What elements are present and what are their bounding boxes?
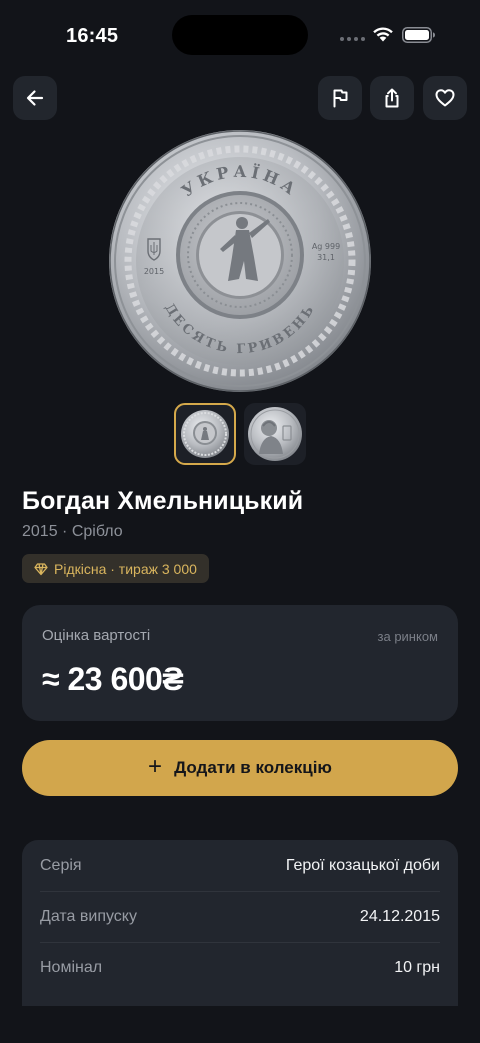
detail-label: Номінал bbox=[40, 959, 103, 976]
valuation-card: Оцінка вартості за ринком ≈ 23 600₴ bbox=[22, 605, 458, 721]
heart-icon bbox=[435, 89, 455, 107]
rarity-badge-label: Рідкісна · тираж 3 000 bbox=[54, 560, 197, 577]
detail-value: 24.12.2015 bbox=[359, 908, 440, 925]
detail-row-series: Серія Герої козацької доби bbox=[40, 840, 440, 891]
detail-label: Серія bbox=[40, 856, 82, 874]
valuation-note: за ринком bbox=[377, 629, 438, 644]
diamond-icon bbox=[34, 562, 48, 575]
share-icon bbox=[385, 88, 399, 108]
image-thumbnails bbox=[174, 403, 306, 465]
flag-icon bbox=[333, 89, 348, 108]
favorite-button[interactable] bbox=[423, 76, 467, 120]
detail-row-denomination: Номінал 10 грн bbox=[40, 942, 440, 993]
details-card: Серія Герої козацької доби Дата випуску … bbox=[22, 840, 458, 1006]
dynamic-island bbox=[172, 15, 308, 55]
thumbnail-obverse[interactable] bbox=[244, 403, 306, 465]
arrow-left-icon bbox=[26, 90, 44, 106]
detail-value: 10 грн bbox=[394, 959, 440, 976]
add-to-collection-label: Додати в колекцію bbox=[174, 758, 332, 777]
coin-reverse-thumbnail bbox=[181, 410, 229, 458]
back-button[interactable] bbox=[13, 76, 57, 120]
share-button[interactable] bbox=[370, 76, 414, 120]
battery-icon bbox=[402, 27, 435, 43]
coin-image[interactable]: УКРАЇНА ДЕСЯТЬ ГРИВЕНЬ 2015 Ag 999 31,1 bbox=[108, 129, 372, 393]
add-to-collection-button[interactable]: + Додати в колекцію bbox=[22, 740, 458, 796]
valuation-amount: ≈ 23 600₴ bbox=[42, 661, 184, 697]
report-button[interactable] bbox=[318, 76, 362, 120]
coin-weight: 31,1 bbox=[317, 253, 335, 262]
status-bar: 16:45 bbox=[0, 0, 480, 70]
coin-metal: Ag 999 bbox=[312, 242, 340, 251]
cellular-signal-icon bbox=[340, 37, 365, 41]
rarity-badge: Рідкісна · тираж 3 000 bbox=[22, 554, 209, 583]
detail-row-release-date: Дата випуску 24.12.2015 bbox=[40, 891, 440, 942]
coin-subtitle: 2015 · Срібло bbox=[22, 523, 123, 540]
detail-value: Герої козацької доби bbox=[285, 856, 440, 874]
status-time: 16:45 bbox=[66, 25, 119, 47]
coin-title: Богдан Хмельницький bbox=[22, 487, 304, 515]
plus-icon: + bbox=[148, 752, 163, 780]
coin-obverse-thumbnail bbox=[248, 407, 302, 461]
thumbnail-reverse[interactable] bbox=[174, 403, 236, 465]
wifi-icon bbox=[373, 27, 393, 42]
detail-label: Дата випуску bbox=[40, 908, 137, 925]
coin-year: 2015 bbox=[144, 267, 164, 276]
valuation-label: Оцінка вартості bbox=[42, 627, 151, 644]
